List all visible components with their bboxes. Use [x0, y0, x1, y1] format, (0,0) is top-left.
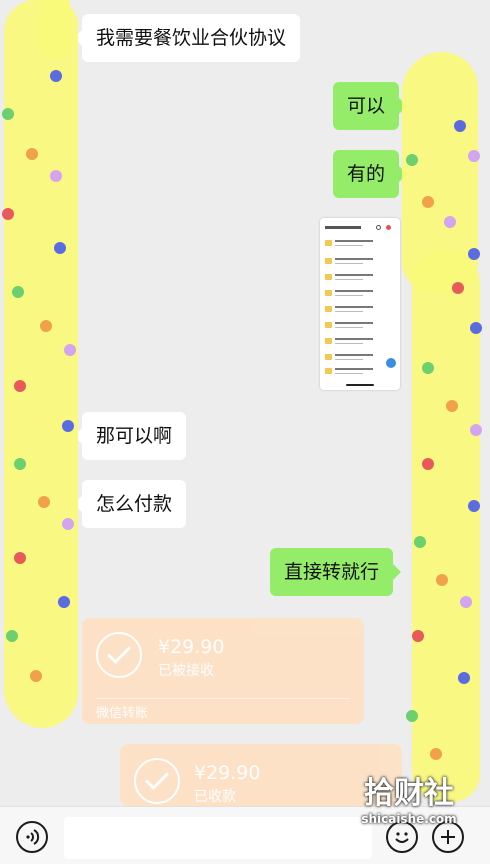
redaction-scribble-left-top: [40, 0, 70, 60]
scribble-dot: [406, 154, 418, 166]
scribble-dot: [468, 500, 480, 512]
thumb-row: [325, 288, 395, 300]
scribble-dot: [412, 630, 424, 642]
thumb-row: [325, 366, 395, 378]
transfer-status: 已收款: [194, 789, 236, 805]
scribble-dot: [444, 216, 456, 228]
scribble-dot: [2, 208, 14, 220]
scribble-dot: [406, 710, 418, 722]
scribble-dot: [58, 596, 70, 608]
watermark-main: 拾财社: [364, 776, 454, 811]
transfer-card[interactable]: ¥29.90 已被接收 微信转账: [82, 618, 364, 724]
scribble-dot: [458, 672, 470, 684]
message-text: 有的: [347, 163, 386, 185]
transfer-divider: [96, 698, 350, 699]
watermark: 拾财社 shicaishe.com: [356, 776, 462, 826]
scribble-dot: [64, 344, 76, 356]
scribble-dot: [2, 108, 14, 120]
redaction-scribble-right: [412, 250, 480, 802]
redaction-scribble-left: [4, 0, 78, 728]
thumb-row: [325, 336, 395, 348]
scribble-dot: [468, 150, 480, 162]
scribble-dot: [452, 282, 464, 294]
thumb-menu-icon: [386, 225, 391, 230]
thumb-row: [325, 320, 395, 332]
scribble-dot: [468, 248, 480, 260]
scribble-dot: [14, 552, 26, 564]
thumb-row: [325, 304, 395, 316]
transfer-check-icon: [134, 758, 180, 804]
thumb-row: [325, 256, 395, 268]
message-bubble-right[interactable]: 有的: [333, 150, 408, 198]
thumb-fab-icon: [386, 358, 396, 368]
scribble-dot: [54, 242, 66, 254]
transfer-check-icon: [96, 632, 142, 678]
scribble-dot: [422, 458, 434, 470]
scribble-dot: [50, 170, 62, 182]
message-text: 可以: [347, 95, 386, 117]
scribble-dot: [430, 748, 442, 760]
scribble-dot: [50, 70, 62, 82]
scribble-dot: [12, 286, 24, 298]
scribble-dot: [436, 574, 448, 586]
scribble-dot: [26, 148, 38, 160]
thumb-home-indicator: [346, 384, 374, 386]
scribble-dot: [6, 630, 18, 642]
scribble-dot: [62, 518, 74, 530]
thumb-search-icon: [376, 225, 381, 230]
watermark-sub: shicaishe.com: [361, 812, 457, 826]
thumb-row: [325, 238, 395, 250]
transfer-amount: ¥29.90: [158, 636, 225, 658]
message-text: 我需要餐饮业合伙协议: [96, 27, 287, 49]
transfer-amount: ¥29.90: [194, 762, 261, 784]
scribble-dot: [470, 322, 482, 334]
message-text: 直接转就行: [284, 561, 380, 583]
scribble-dot: [30, 670, 42, 682]
message-input[interactable]: [64, 817, 372, 859]
thumb-title-line: [325, 226, 361, 229]
transfer-footer: 微信转账: [96, 706, 149, 721]
voice-icon[interactable]: [16, 821, 48, 853]
scribble-dot: [14, 380, 26, 392]
image-message-thumbnail[interactable]: [320, 218, 400, 390]
message-bubble-right[interactable]: 可以: [333, 82, 408, 130]
scribble-dot: [414, 536, 426, 548]
message-bubble-left[interactable]: 怎么付款: [73, 480, 187, 528]
scribble-dot: [422, 362, 434, 374]
scribble-dot: [460, 596, 472, 608]
message-bubble-right[interactable]: 直接转就行: [270, 548, 402, 596]
transfer-status: 已被接收: [158, 663, 214, 679]
scribble-dot: [422, 196, 434, 208]
scribble-dot: [14, 458, 26, 470]
scribble-dot: [40, 320, 52, 332]
scribble-dot: [454, 120, 466, 132]
message-text: 那可以啊: [96, 425, 173, 447]
scribble-dot: [446, 400, 458, 412]
message-bubble-left[interactable]: 我需要餐饮业合伙协议: [73, 14, 301, 62]
thumb-row: [325, 352, 395, 364]
message-bubble-left[interactable]: 那可以啊: [73, 412, 187, 460]
scribble-dot: [38, 496, 50, 508]
thumb-row: [325, 272, 395, 284]
scribble-dot: [62, 420, 74, 432]
scribble-dot: [470, 424, 482, 436]
message-text: 怎么付款: [96, 493, 173, 515]
